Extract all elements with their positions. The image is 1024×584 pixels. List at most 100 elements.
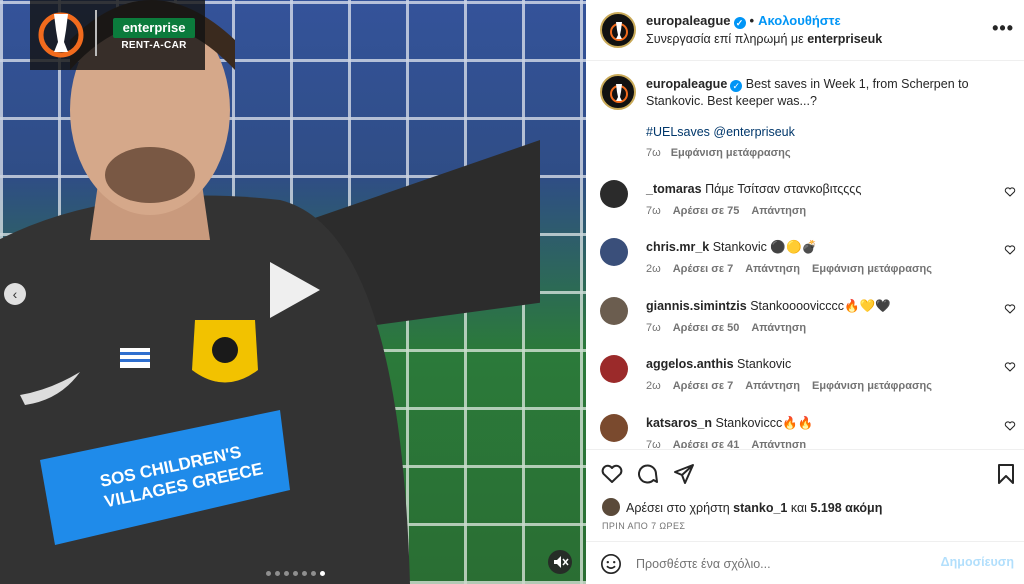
comment-likes[interactable]: Αρέσει σε 75 [673,205,740,217]
comment-like-heart-icon[interactable] [1004,244,1016,256]
add-comment-bar: Δημοσίευση [586,541,1024,584]
save-bookmark-icon[interactable] [994,462,1018,486]
comment-meta: 2ω Αρέσει σε 7 Απάντηση Εμφάνιση μετάφρασης [646,263,944,275]
comment-text: Πάμε Τσίτσαν στανκοβιτςςςς [705,182,862,196]
liker-avatar[interactable] [602,498,620,516]
likes-count[interactable]: 5.198 ακόμη [810,501,882,515]
comment-likes[interactable]: Αρέσει σε 7 [673,263,734,275]
comment-meta: 2ω Αρέσει σε 7 Απάντηση Εμφάνιση μετάφρασης [646,380,944,392]
comment-like-heart-icon[interactable] [1004,420,1016,432]
uel-avatar-icon [610,84,628,103]
comment-meta: 7ω Αρέσει σε 75 Απάντηση [646,205,818,217]
comment-avatar[interactable] [600,238,628,266]
comment-text: Stankoviccc🔥🔥 [715,416,814,430]
comment-translate-link[interactable]: Εμφάνιση μετάφρασης [812,263,932,275]
brand-divider [95,10,97,56]
mute-icon[interactable] [548,550,572,574]
comment-avatar[interactable] [600,355,628,383]
comment-like-heart-icon[interactable] [1004,361,1016,373]
comment-avatar[interactable] [600,180,628,208]
comment-reply-button[interactable]: Απάντηση [745,380,800,392]
header-username[interactable]: europaleague [646,13,731,28]
comments-list[interactable]: europaleague ✓ Best saves in Week 1, from… [586,62,1024,448]
follow-button[interactable]: Ακολουθήστε [758,13,841,28]
comment-reply-button[interactable]: Απάντηση [751,205,806,217]
partner-link[interactable]: enterpriseuk [807,32,882,46]
post-timestamp: ΠΡΙΝ ΑΠΟ 7 ΩΡΕΣ [602,521,686,531]
caption-tags[interactable]: #UELsaves @enterpriseuk [646,125,795,139]
comment-item: _tomaras Πάμε Τσίτσαν στανκοβιτςςςς 7ω Αρέ… [586,180,1024,238]
comment-item: chris.mr_k Stankovic ⚫🟡💣 2ω Αρέσει σε 7 Απά… [586,238,1024,296]
comment-text-row: giannis.simintzis Stankoooovicccc🔥💛🖤 [646,299,891,314]
comment-translate-link[interactable]: Εμφάνιση μετάφρασης [812,380,932,392]
uel-avatar-icon [610,22,628,41]
comment-like-heart-icon[interactable] [1004,303,1016,315]
comment-text-row: aggelos.anthis Stankovic [646,357,791,371]
comment-input[interactable] [636,554,936,574]
carousel-dot[interactable] [311,571,316,576]
enterprise-logo: enterprise [113,18,195,38]
play-icon[interactable] [262,258,326,322]
comment-likes[interactable]: Αρέσει σε 7 [673,380,734,392]
comment-likes[interactable]: Αρέσει σε 50 [673,322,740,334]
enterprise-subtitle: RENT-A-CAR [121,40,187,51]
verified-icon: ✓ [730,80,743,92]
europa-league-logo [38,12,84,58]
comment-text: Stankovic ⚫🟡💣 [712,240,818,254]
comment-text-row: chris.mr_k Stankovic ⚫🟡💣 [646,240,817,255]
comment-avatar[interactable] [600,414,628,442]
verified-icon: ✓ [733,17,746,29]
post-header: europaleague ✓ • Ακολουθήστε Συνεργασία επί… [586,0,1024,61]
comment-text-row: katsaros_n Stankoviccc🔥🔥 [646,416,813,431]
heart-icon[interactable] [600,462,624,486]
carousel-dot[interactable] [302,571,307,576]
comment-likes[interactable]: Αρέσει σε 41 [673,439,740,448]
share-icon[interactable] [672,462,696,486]
post-actions [586,449,1024,495]
comment-username[interactable]: giannis.simintzis [646,299,747,313]
carousel-dot[interactable] [266,571,271,576]
comment-meta: 7ω Αρέσει σε 41 Απάντηση [646,439,818,448]
partnership-label: Συνεργασία επί πληρωμή με [646,32,808,46]
comment-reply-button[interactable]: Απάντηση [751,322,806,334]
post-media[interactable]: SOS CHILDREN'S VILLAGES GREECE enterpris… [0,0,586,584]
header-username-row: europaleague ✓ • Ακολουθήστε [646,13,841,29]
comment-text: Stankoooovicccc🔥💛🖤 [750,299,891,313]
comment-time: 2ω [646,263,661,275]
carousel-dot[interactable] [284,571,289,576]
carousel-dot[interactable] [275,571,280,576]
more-options-button[interactable]: ••• [992,18,1014,39]
carousel-dots [266,571,325,576]
paid-partnership: Συνεργασία επί πληρωμή με enterpriseuk [646,32,882,46]
caption: europaleague ✓ Best saves in Week 1, from… [646,76,986,110]
carousel-prev-button[interactable]: ‹ [4,283,26,305]
comment-reply-button[interactable]: Απάντηση [751,439,806,448]
carousel-dot[interactable] [293,571,298,576]
comment-avatar[interactable] [600,297,628,325]
comment-meta: 7ω Αρέσει σε 50 Απάντηση [646,322,818,334]
caption-avatar[interactable] [600,74,636,110]
separator-bullet: • [749,13,755,28]
comment-like-heart-icon[interactable] [1004,186,1016,198]
emoji-icon[interactable] [600,553,622,575]
comment-username[interactable]: _tomaras [646,182,702,196]
likes-middle: και [787,501,811,515]
comment-username[interactable]: aggelos.anthis [646,357,734,371]
comment-item: aggelos.anthis Stankovic 2ω Αρέσει σε 7 Απά… [586,355,1024,413]
comment-item: giannis.simintzis Stankoooovicccc🔥💛🖤 7ω Αρ… [586,297,1024,355]
comment-reply-button[interactable]: Απάντηση [745,263,800,275]
post-side-panel: europaleague ✓ • Ακολουθήστε Συνεργασία επί… [586,0,1024,584]
post-comment-button[interactable]: Δημοσίευση [941,555,1014,569]
comment-username[interactable]: chris.mr_k [646,240,709,254]
caption-time: 7ω [646,147,661,159]
caption-translate-link[interactable]: Εμφάνιση μετάφρασης [671,147,791,159]
comment-username[interactable]: katsaros_n [646,416,712,430]
avatar[interactable] [600,12,636,48]
caption-meta: 7ω Εμφάνιση μετάφρασης [646,147,801,159]
liker-username[interactable]: stanko_1 [733,501,787,515]
comment-time: 7ω [646,205,661,217]
comment-time: 7ω [646,322,661,334]
carousel-dot-active[interactable] [320,571,325,576]
comment-icon[interactable] [636,462,660,486]
caption-username[interactable]: europaleague [646,77,727,91]
